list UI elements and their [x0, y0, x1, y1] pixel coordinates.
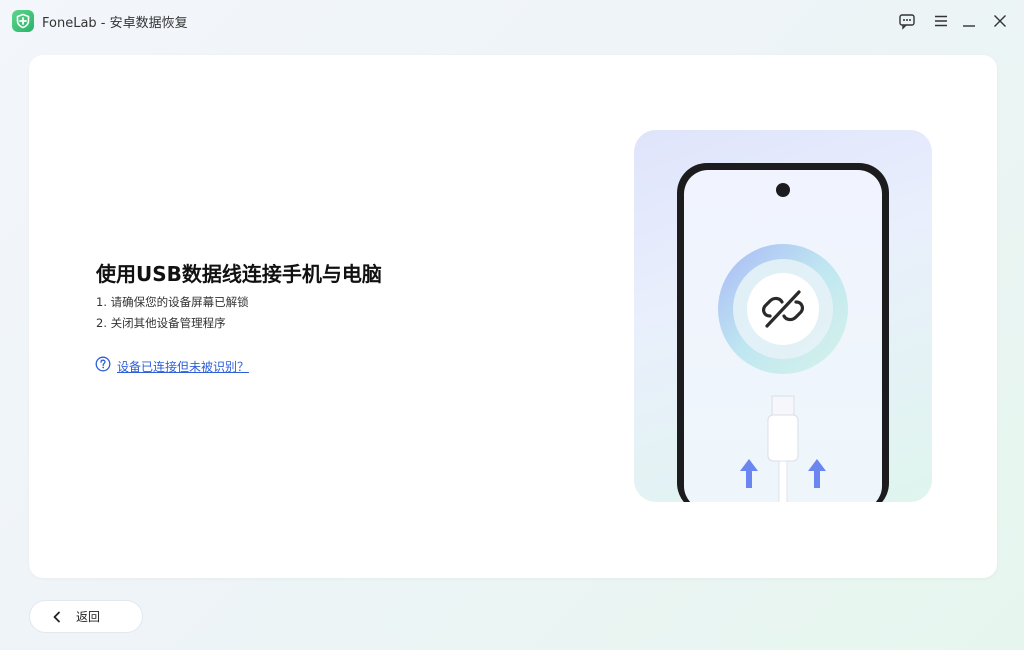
page-title: 使用USB数据线连接手机与电脑 — [96, 262, 382, 286]
app-logo-icon — [12, 10, 34, 32]
window-title: FoneLab - 安卓数据恢复 — [42, 16, 188, 31]
close-icon[interactable] — [990, 11, 1010, 31]
help-link-text: 设备已连接但未被识别？ — [117, 359, 250, 374]
instruction-step-2: 2. 关闭其他设备管理程序 — [96, 316, 226, 330]
back-button[interactable]: 返回 — [29, 600, 143, 633]
menu-icon[interactable] — [931, 11, 951, 31]
title-bar: FoneLab - 安卓数据恢复 — [0, 0, 1024, 44]
minimize-icon[interactable] — [959, 11, 979, 31]
help-question-icon — [95, 356, 111, 376]
device-not-recognized-link[interactable]: 设备已连接但未被识别？ — [95, 356, 249, 376]
phone-camera — [776, 183, 790, 197]
feedback-icon[interactable] — [897, 11, 917, 31]
connect-phone-illustration — [634, 130, 932, 502]
chevron-left-icon — [52, 611, 62, 623]
back-button-label: 返回 — [76, 610, 101, 624]
instruction-step-1: 1. 请确保您的设备屏幕已解锁 — [96, 295, 249, 309]
